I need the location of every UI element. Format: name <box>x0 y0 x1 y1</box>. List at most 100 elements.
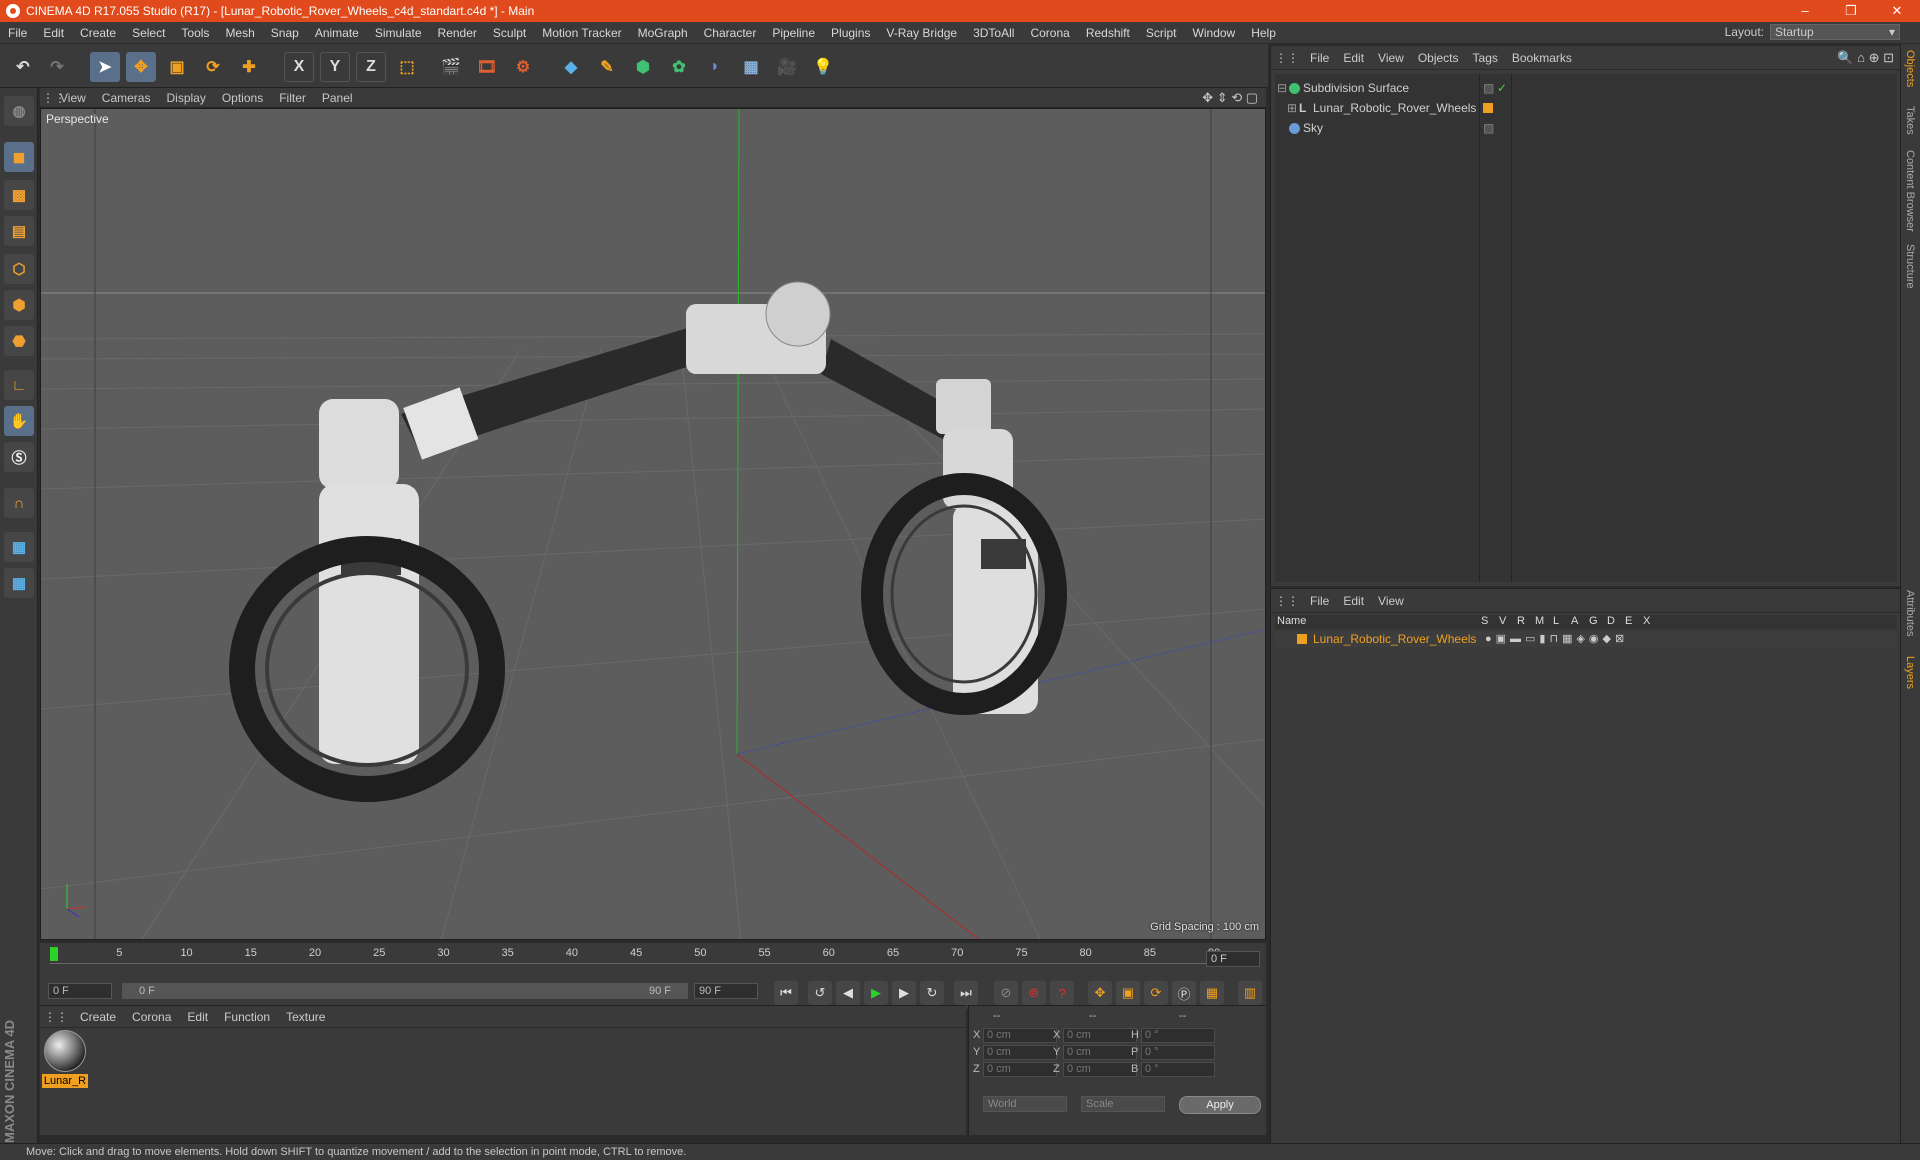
obj-menu-edit[interactable]: Edit <box>1336 51 1371 65</box>
menu-mograph[interactable]: MoGraph <box>630 26 696 40</box>
preview-range-slider[interactable]: 0 F 90 F <box>122 983 688 999</box>
subdivision-surface-icon[interactable]: ⬢ <box>628 52 658 82</box>
min-frame-field[interactable]: 0 F <box>48 983 112 999</box>
object-row-sky[interactable]: Sky ▨ <box>1275 118 1897 138</box>
layer-column-header[interactable]: A <box>1571 615 1578 627</box>
make-editable-icon[interactable]: ◍ <box>4 96 34 126</box>
menu-tools[interactable]: Tools <box>173 26 217 40</box>
key-parameter-icon[interactable]: Ⓟ <box>1172 981 1196 1005</box>
move-tool-icon[interactable]: ✥ <box>126 52 156 82</box>
viewport-menu-options[interactable]: Options <box>214 91 271 105</box>
layer-column-header[interactable]: Name <box>1277 615 1306 627</box>
obj-menu-objects[interactable]: Objects <box>1411 51 1466 65</box>
workplane-lock-icon[interactable]: ▦ <box>4 532 34 562</box>
layer-flag-icons[interactable]: ●▣▬▭▮⊓▦◈◉◆⊠ <box>1485 631 1628 647</box>
menu-corona[interactable]: Corona <box>1022 26 1077 40</box>
viewport-menu-panel[interactable]: Panel <box>314 91 361 105</box>
floor-environment-icon[interactable]: ▦ <box>736 52 766 82</box>
current-frame-field[interactable]: 0 F <box>1206 951 1260 967</box>
coord-rotation-field[interactable]: 0 ° <box>1141 1062 1215 1077</box>
layout-dropdown[interactable]: Startup <box>1770 24 1900 40</box>
step-back-icon[interactable]: ◀ <box>836 981 860 1005</box>
coord-space-dropdown[interactable]: World <box>983 1096 1067 1112</box>
visibility-toggle[interactable]: ▨ <box>1483 118 1494 138</box>
layer-color-tag[interactable] <box>1483 103 1493 113</box>
menu-select[interactable]: Select <box>124 26 173 40</box>
rotate-tool-icon[interactable]: ⟳ <box>198 52 228 82</box>
menu-file[interactable]: File <box>0 26 35 40</box>
play-icon[interactable]: ▶ <box>864 981 888 1005</box>
key-position-icon[interactable]: ✥ <box>1088 981 1112 1005</box>
menu-help[interactable]: Help <box>1243 26 1284 40</box>
layer-menu-file[interactable]: File <box>1303 594 1336 608</box>
timeline-ruler[interactable]: 051015202530354045505560657075808590 0 F <box>40 943 1266 977</box>
menu-script[interactable]: Script <box>1138 26 1185 40</box>
autokey-icon[interactable]: ⊚ <box>1022 981 1046 1005</box>
workplane-rotate-icon[interactable]: ▦ <box>4 568 34 598</box>
menu-edit[interactable]: Edit <box>35 26 72 40</box>
render-picture-viewer-icon[interactable]: 🎞 <box>472 52 502 82</box>
menu-pipeline[interactable]: Pipeline <box>764 26 823 40</box>
material-menu-texture[interactable]: Texture <box>278 1010 333 1024</box>
menu-3dtoall[interactable]: 3DToAll <box>965 26 1022 40</box>
coordinate-system-icon[interactable]: ⬚ <box>392 52 422 82</box>
layer-row[interactable]: Lunar_Robotic_Rover_Wheels ●▣▬▭▮⊓▦◈◉◆⊠ <box>1275 631 1897 647</box>
tab-takes[interactable]: Takes <box>1904 106 1916 135</box>
texture-mode-icon[interactable]: ▩ <box>4 180 34 210</box>
coord-size-field[interactable]: 0 cm <box>1063 1045 1137 1060</box>
material-name-label[interactable]: Lunar_R <box>42 1074 88 1088</box>
max-frame-field[interactable]: 90 F <box>694 983 758 999</box>
coord-position-field[interactable]: 0 cm <box>983 1045 1057 1060</box>
render-settings-icon[interactable]: ⚙ <box>508 52 538 82</box>
layer-name[interactable]: Lunar_Robotic_Rover_Wheels <box>1313 631 1476 647</box>
layer-menu-view[interactable]: View <box>1371 594 1411 608</box>
material-menu-create[interactable]: Create <box>72 1010 124 1024</box>
coord-mode-dropdown[interactable]: Scale <box>1081 1096 1165 1112</box>
workplane-mode-icon[interactable]: ▤ <box>4 216 34 246</box>
menu-mesh[interactable]: Mesh <box>217 26 262 40</box>
object-row-rover[interactable]: ⊞ L Lunar_Robotic_Rover_Wheels <box>1275 98 1897 118</box>
cube-object-icon[interactable]: ◆ <box>556 52 586 82</box>
viewport-menu-filter[interactable]: Filter <box>271 91 314 105</box>
goto-end-icon[interactable]: ⏭ <box>954 981 978 1005</box>
layer-column-header[interactable]: G <box>1589 615 1598 627</box>
layer-menu-edit[interactable]: Edit <box>1336 594 1371 608</box>
coord-rotation-field[interactable]: 0 ° <box>1141 1045 1215 1060</box>
obj-menu-tags[interactable]: Tags <box>1466 51 1505 65</box>
redo-icon[interactable]: ↷ <box>42 52 72 82</box>
viewport-menu-cameras[interactable]: Cameras <box>94 91 159 105</box>
prev-key-icon[interactable]: ↺ <box>808 981 832 1005</box>
layer-column-header[interactable]: E <box>1625 615 1632 627</box>
axis-x-lock-button[interactable]: X <box>284 52 314 82</box>
material-menu-function[interactable]: Function <box>216 1010 278 1024</box>
menu-window[interactable]: Window <box>1185 26 1244 40</box>
axis-y-lock-button[interactable]: Y <box>320 52 350 82</box>
viewport-nav-icons[interactable]: ✥ ⇕ ⟲ ▢ <box>1194 90 1266 106</box>
tab-objects[interactable]: Objects <box>1904 50 1916 87</box>
menu-create[interactable]: Create <box>72 26 124 40</box>
visibility-toggle[interactable]: ▨ <box>1483 78 1494 98</box>
obj-manager-tool-icons[interactable]: 🔍 ⌂ ⊕ ⊡ <box>1830 50 1901 66</box>
playhead-marker[interactable] <box>50 947 58 961</box>
spline-pen-icon[interactable]: ✎ <box>592 52 622 82</box>
snap-icon[interactable]: Ⓢ <box>4 442 34 472</box>
points-mode-icon[interactable]: ⬡ <box>4 254 34 284</box>
object-row-subdivision-surface[interactable]: ⊟ Subdivision Surface ▨ ✓ <box>1275 78 1897 98</box>
layer-column-header[interactable]: S <box>1481 615 1488 627</box>
next-key-icon[interactable]: ↻ <box>920 981 944 1005</box>
menu-simulate[interactable]: Simulate <box>367 26 430 40</box>
menu-sculpt[interactable]: Sculpt <box>485 26 534 40</box>
menu-animate[interactable]: Animate <box>307 26 367 40</box>
deformer-icon[interactable]: ◗ <box>700 52 730 82</box>
obj-menu-view[interactable]: View <box>1371 51 1411 65</box>
tree-collapse-icon[interactable]: ⊟ <box>1277 78 1287 98</box>
menu-plugins[interactable]: Plugins <box>823 26 878 40</box>
3d-viewport[interactable]: Perspective Grid Spacing : 100 cm <box>40 108 1266 940</box>
tree-expand-icon[interactable]: ⊞ <box>1287 98 1297 118</box>
layer-column-header[interactable]: M <box>1535 615 1544 627</box>
menu-character[interactable]: Character <box>696 26 765 40</box>
polygons-mode-icon[interactable]: ⬣ <box>4 326 34 356</box>
tab-structure[interactable]: Structure <box>1904 244 1916 289</box>
obj-menu-file[interactable]: File <box>1303 51 1336 65</box>
coord-size-field[interactable]: 0 cm <box>1063 1062 1137 1077</box>
